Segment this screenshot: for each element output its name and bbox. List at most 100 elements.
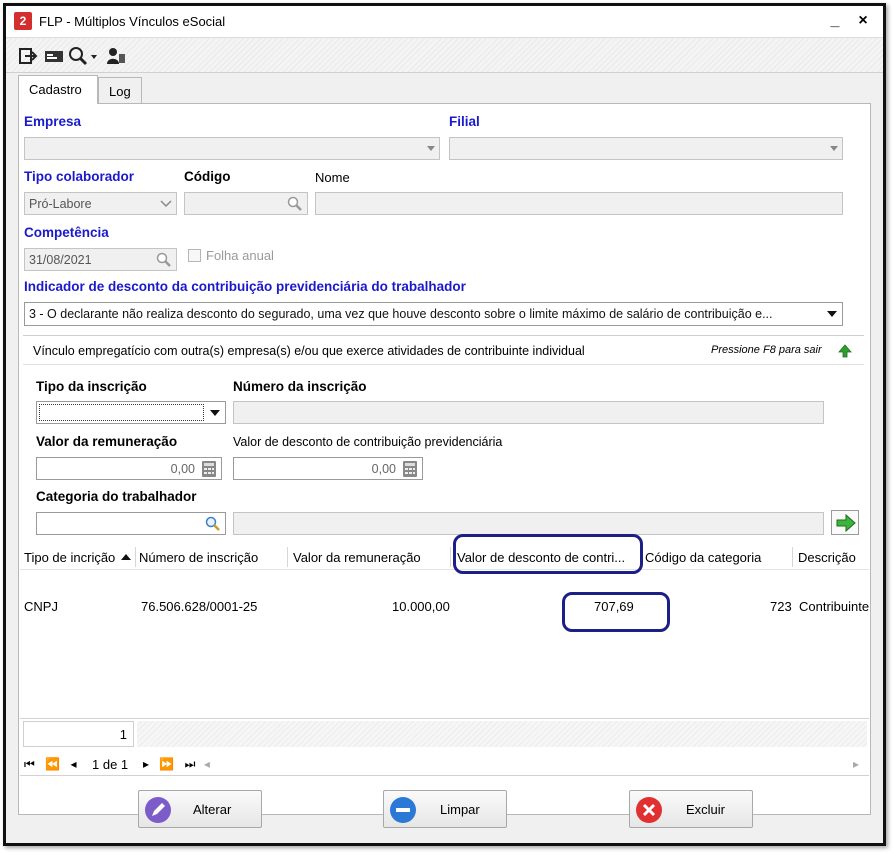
- minimize-button[interactable]: _: [824, 10, 846, 32]
- search-icon[interactable]: [287, 196, 303, 212]
- nome-label: Nome: [315, 170, 350, 185]
- search-icon[interactable]: [204, 516, 221, 532]
- alterar-label: Alterar: [193, 802, 232, 817]
- alterar-button[interactable]: Alterar: [138, 790, 262, 828]
- prev-page-icon[interactable]: ◂: [70, 757, 77, 771]
- limpar-button[interactable]: Limpar: [383, 790, 507, 828]
- chevron-down-icon: [427, 146, 435, 151]
- table-row[interactable]: CNPJ 76.506.628/0001-25 10.000,00 707,69…: [20, 594, 869, 618]
- toolbar: [6, 39, 883, 73]
- valor-desconto-input[interactable]: 0,00: [233, 457, 423, 480]
- tab-cadastro[interactable]: Cadastro: [18, 75, 98, 104]
- valor-desconto-value: 0,00: [371, 462, 396, 476]
- indicador-select[interactable]: 3 - O declarante não realiza desconto do…: [24, 302, 843, 326]
- grid-header: Tipo de incrição Número de inscrição Val…: [20, 544, 869, 570]
- calculator-icon[interactable]: [402, 460, 418, 478]
- col-descricao[interactable]: Descrição: [798, 550, 856, 565]
- scroll-left-icon[interactable]: ◂: [204, 757, 211, 771]
- search-icon[interactable]: [68, 46, 100, 66]
- focus-outline: [39, 404, 204, 421]
- filial-select[interactable]: [449, 137, 843, 160]
- app-window: 2 FLP - Múltiplos Vínculos eSocial _ × C…: [3, 3, 886, 846]
- tab-cadastro-label: Cadastro: [29, 82, 82, 97]
- excluir-label: Excluir: [686, 802, 726, 817]
- chevron-down-icon: [830, 146, 838, 151]
- valor-remuneracao-label: Valor da remuneração: [36, 434, 178, 449]
- cadastro-panel: Empresa Filial Tipo colaborador Pró-Labo…: [18, 103, 871, 815]
- close-button[interactable]: ×: [852, 10, 874, 32]
- folha-anual-checkbox[interactable]: [188, 249, 201, 262]
- scroll-right-icon[interactable]: ▸: [853, 757, 859, 771]
- cell-codigo: 723: [770, 599, 792, 614]
- cell-descricao: Contribuinte: [799, 599, 869, 614]
- edit-icon: [145, 797, 171, 823]
- col-numero[interactable]: Número de inscrição: [139, 550, 258, 565]
- empresa-label: Empresa: [24, 114, 82, 129]
- highlight-value-annotation: [562, 592, 670, 632]
- delete-icon: [636, 797, 662, 823]
- tipo-inscricao-select[interactable]: [36, 401, 226, 424]
- tab-log-label: Log: [109, 84, 131, 99]
- tipo-colaborador-select[interactable]: Pró-Labore: [24, 192, 177, 215]
- tipo-inscricao-label: Tipo da inscrição: [36, 379, 147, 394]
- tipo-colaborador-value: Pró-Labore: [29, 197, 92, 211]
- col-tipo[interactable]: Tipo de incrição: [24, 550, 115, 565]
- codigo-label: Código: [184, 169, 231, 184]
- last-page-icon[interactable]: ⏭: [185, 757, 197, 771]
- tipo-colaborador-label: Tipo colaborador: [24, 169, 135, 184]
- cell-numero: 76.506.628/0001-25: [141, 599, 258, 614]
- cell-tipo: CNPJ: [24, 599, 58, 614]
- next-page-icon[interactable]: ▸: [143, 757, 150, 771]
- competencia-input[interactable]: 31/08/2021: [24, 248, 177, 271]
- exit-icon[interactable]: [18, 46, 38, 66]
- indicador-label: Indicador de desconto da contribuição pr…: [24, 279, 466, 294]
- numero-inscricao-label: Número da inscrição: [233, 379, 367, 394]
- cell-remuneracao: 10.000,00: [392, 599, 450, 614]
- codigo-input[interactable]: [184, 192, 308, 215]
- nome-input[interactable]: [315, 192, 843, 215]
- f8-hint: Pressione F8 para sair: [711, 344, 822, 356]
- col-codigo[interactable]: Código da categoria: [645, 550, 761, 565]
- user-icon[interactable]: [106, 46, 126, 66]
- window-title: FLP - Múltiplos Vínculos eSocial: [39, 14, 226, 29]
- competencia-value: 31/08/2021: [29, 253, 92, 267]
- app-logo-icon: 2: [14, 12, 32, 30]
- limpar-label: Limpar: [440, 802, 480, 817]
- divider: [20, 718, 869, 719]
- arrow-right-icon: [836, 514, 856, 532]
- valor-remuneracao-value: 0,00: [170, 462, 195, 476]
- competencia-label: Competência: [24, 225, 109, 240]
- valor-remuneracao-input[interactable]: 0,00: [36, 457, 222, 480]
- excluir-button[interactable]: Excluir: [629, 790, 753, 828]
- categoria-descricao-input: [233, 512, 824, 535]
- search-icon[interactable]: [156, 252, 172, 268]
- confirm-button[interactable]: [831, 510, 859, 535]
- numero-inscricao-input[interactable]: [233, 401, 824, 424]
- record-count-value: 1: [119, 727, 127, 742]
- vinculo-header: Vínculo empregatício com outra(s) empres…: [33, 344, 585, 358]
- footer-band: [137, 721, 867, 747]
- tab-container: Cadastro Log Empresa Filial Tipo colabor…: [18, 75, 871, 835]
- divider: [23, 364, 864, 365]
- folha-anual-label: Folha anual: [206, 248, 274, 263]
- col-remuneracao[interactable]: Valor da remuneração: [293, 550, 421, 565]
- collapse-up-icon[interactable]: [838, 344, 852, 358]
- empresa-select[interactable]: [24, 137, 440, 160]
- first-page-icon[interactable]: ⏮: [24, 757, 36, 771]
- record-count: 1: [23, 721, 134, 747]
- highlight-column-annotation: [453, 534, 643, 574]
- chevron-down-icon: [160, 200, 172, 208]
- divider: [20, 775, 869, 776]
- chevron-down-icon: [210, 410, 220, 416]
- pager: ⏮ ⏪ ◂: [24, 757, 77, 772]
- tab-log[interactable]: Log: [98, 77, 142, 104]
- next-page-fast-icon[interactable]: ⏩: [159, 757, 175, 771]
- categoria-input[interactable]: [36, 512, 226, 535]
- categoria-label: Categoria do trabalhador: [36, 489, 197, 504]
- pager-next: ▸ ⏩ ⏭ ◂: [143, 757, 211, 772]
- page-indicator: 1 de 1: [92, 757, 129, 772]
- prev-page-fast-icon[interactable]: ⏪: [45, 757, 61, 771]
- calculator-icon[interactable]: [201, 460, 217, 478]
- card-icon[interactable]: [44, 46, 64, 66]
- title-bar: 2 FLP - Múltiplos Vínculos eSocial _ ×: [6, 6, 883, 38]
